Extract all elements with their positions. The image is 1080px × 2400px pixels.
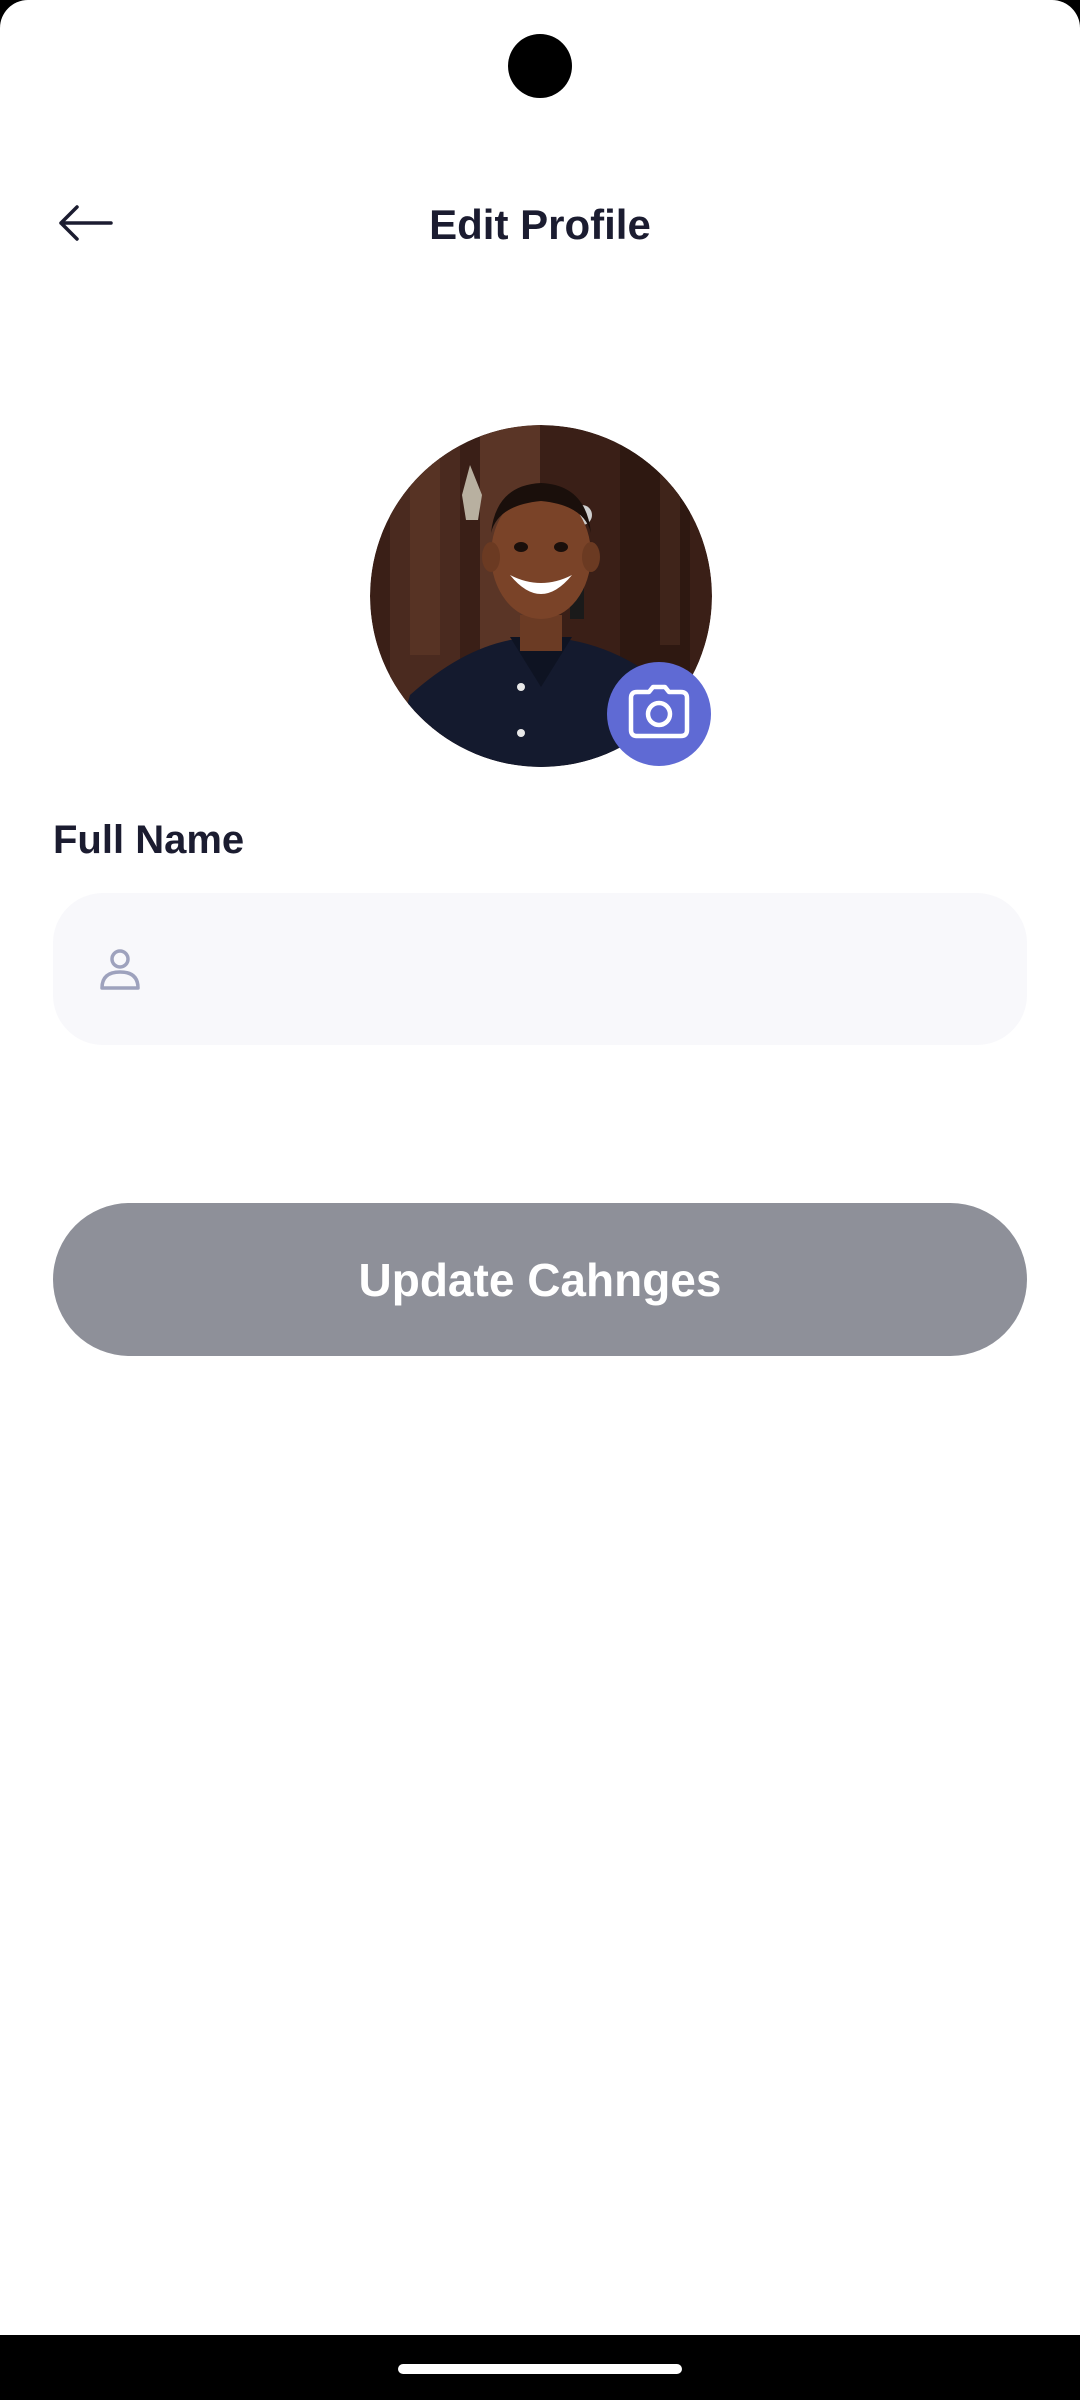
home-indicator[interactable] [398, 2364, 682, 2374]
app-screen: Edit Profile Full Name Update Cahnges [0, 0, 1080, 2335]
app-bar: Edit Profile [0, 180, 1080, 270]
avatar-section [370, 425, 712, 767]
full-name-label: Full Name [53, 818, 245, 862]
camera-icon [627, 684, 691, 745]
full-name-field[interactable] [53, 892, 1027, 1046]
update-changes-button[interactable]: Update Cahnges [53, 1203, 1027, 1356]
front-camera-cutout [508, 34, 572, 98]
change-photo-button[interactable] [607, 662, 711, 766]
user-icon [95, 944, 145, 994]
page-title: Edit Profile [429, 201, 651, 248]
full-name-input[interactable] [173, 892, 987, 1046]
